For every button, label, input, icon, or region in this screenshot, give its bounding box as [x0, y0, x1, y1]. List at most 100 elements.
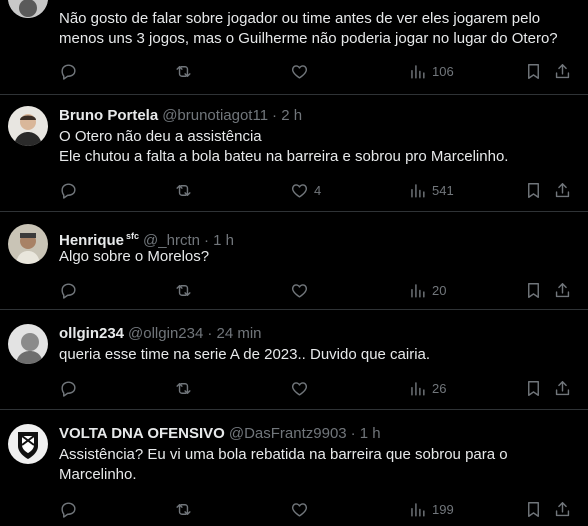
bookmark-icon — [528, 380, 539, 396]
bookmark-button[interactable] — [524, 278, 543, 302]
views-icon — [411, 502, 425, 517]
repost-button[interactable] — [174, 178, 193, 202]
repost-button[interactable] — [174, 278, 193, 302]
view-count: 541 — [432, 182, 454, 198]
repost-button[interactable] — [174, 497, 193, 521]
timestamp[interactable]: · 2 h — [272, 107, 302, 124]
share-icon — [555, 182, 570, 197]
views-icon — [411, 283, 425, 298]
tweet-text: queria esse time na serie A de 2023.. Du… — [59, 346, 431, 363]
repost-icon — [176, 184, 191, 196]
heart-icon — [291, 183, 308, 198]
bookmark-icon — [528, 63, 539, 79]
heart-icon — [291, 502, 308, 517]
tweet-1[interactable]: Bruno Portela @brunotiagot11 · 2 h O Otero… — [0, 95, 588, 212]
tweet-4[interactable]: VOLTA DNA OFENSIVO @DasFrantz9903 · 1 h As… — [0, 410, 588, 526]
tweet-2[interactable]: Henrique sfc @_hrctn · 1 h Algo sobre o Mor… — [0, 212, 588, 310]
reply-button[interactable] — [59, 497, 78, 521]
reply-icon — [61, 380, 76, 397]
tweet-actions: 4 541 — [0, 178, 588, 202]
view-count: 26 — [432, 380, 447, 396]
like-button[interactable] — [290, 497, 314, 521]
reply-icon — [61, 182, 76, 199]
reply-icon — [61, 282, 76, 299]
like-button[interactable]: 4 — [290, 178, 321, 202]
avatar[interactable] — [8, 224, 48, 264]
avatar[interactable] — [8, 106, 48, 146]
views-button[interactable]: 541 — [408, 178, 454, 202]
view-count: 106 — [432, 63, 454, 79]
repost-button[interactable] — [174, 59, 193, 83]
repost-icon — [176, 382, 191, 394]
tweet-text: Não gosto de falar sobre jogador ou time… — [59, 10, 558, 47]
team-badge: sfc — [126, 231, 140, 241]
share-button[interactable] — [553, 178, 572, 202]
bookmark-button[interactable] — [524, 59, 543, 83]
share-button[interactable] — [553, 278, 572, 302]
display-name[interactable]: ollgin234 — [59, 325, 124, 342]
reply-button[interactable] — [59, 178, 78, 202]
reply-button[interactable] — [59, 278, 78, 302]
timestamp[interactable]: · 24 min — [207, 325, 261, 342]
reply-button[interactable] — [59, 59, 78, 83]
share-icon — [555, 501, 570, 516]
tweet-text: Algo sobre o Morelos? — [59, 248, 210, 265]
tweet-text: O Otero não deu a assistência Ele chutou… — [59, 128, 509, 165]
views-icon — [411, 183, 425, 198]
like-button[interactable] — [290, 59, 314, 83]
display-name[interactable]: VOLTA DNA OFENSIVO — [59, 425, 225, 442]
reply-button[interactable] — [59, 376, 78, 400]
bookmark-button[interactable] — [524, 497, 543, 521]
repost-button[interactable] — [174, 376, 193, 400]
bookmark-button[interactable] — [524, 376, 543, 400]
views-icon — [411, 64, 425, 79]
handle[interactable]: @brunotiagot11 — [162, 107, 268, 124]
repost-icon — [176, 65, 191, 77]
heart-icon — [291, 283, 308, 298]
tweet-actions: 199 — [0, 497, 588, 521]
tweet-header: VOLTA DNA OFENSIVO @DasFrantz9903 · 1 h — [59, 424, 381, 444]
share-icon — [555, 380, 570, 395]
avatar[interactable] — [8, 324, 48, 364]
heart-icon — [291, 64, 308, 79]
tweet-actions: 20 — [0, 278, 588, 302]
views-button[interactable]: 106 — [408, 59, 454, 83]
repost-icon — [176, 503, 191, 515]
heart-icon — [291, 381, 308, 396]
bookmark-icon — [528, 182, 539, 198]
share-button[interactable] — [553, 376, 572, 400]
tweet-header: Bruno Portela @brunotiagot11 · 2 h — [59, 106, 302, 126]
share-button[interactable] — [553, 497, 572, 521]
share-button[interactable] — [553, 59, 572, 83]
view-count: 199 — [432, 501, 454, 517]
share-icon — [555, 63, 570, 78]
bookmark-icon — [528, 501, 539, 517]
view-count: 20 — [432, 282, 447, 298]
tweet-3[interactable]: ollgin234 @ollgin234 · 24 min queria esse … — [0, 310, 588, 410]
like-button[interactable] — [290, 278, 314, 302]
handle[interactable]: @ollgin234 — [128, 325, 203, 342]
like-count: 4 — [314, 182, 322, 198]
tweet-0[interactable]: Não gosto de falar sobre jogador ou time… — [0, 0, 588, 95]
tweet-actions: 26 — [0, 376, 588, 400]
handle[interactable]: @DasFrantz9903 — [229, 425, 347, 442]
tweet-header: ollgin234 @ollgin234 · 24 min — [59, 324, 262, 344]
avatar[interactable] — [8, 0, 48, 18]
bookmark-button[interactable] — [524, 178, 543, 202]
repost-icon — [176, 284, 191, 296]
timestamp[interactable]: · 1 h — [351, 425, 381, 442]
tweet-actions: 106 — [0, 59, 588, 83]
views-button[interactable]: 20 — [408, 278, 446, 302]
reply-icon — [61, 501, 76, 518]
views-button[interactable]: 199 — [408, 497, 454, 521]
views-button[interactable]: 26 — [408, 376, 446, 400]
views-icon — [411, 381, 425, 396]
tweet-header: Henrique sfc @_hrctn · 1 h — [59, 226, 234, 249]
display-name[interactable]: Bruno Portela — [59, 107, 158, 124]
like-button[interactable] — [290, 376, 314, 400]
reply-icon — [61, 63, 76, 80]
tweet-text: Assistência? Eu vi uma bola rebatida na … — [59, 446, 512, 483]
share-icon — [555, 282, 570, 297]
bookmark-icon — [528, 282, 539, 298]
avatar[interactable] — [8, 424, 48, 464]
